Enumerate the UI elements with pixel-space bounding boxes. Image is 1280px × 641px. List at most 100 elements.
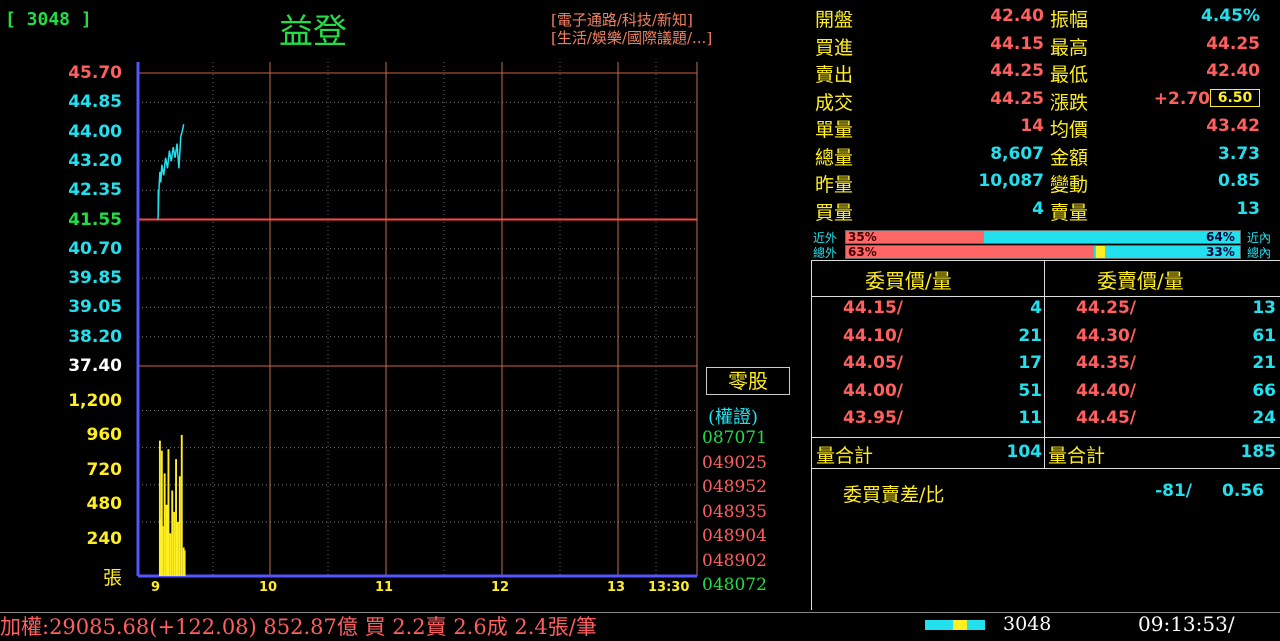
quote-value: 10,087 [978,171,1044,191]
ask-qty[interactable]: 66 [1220,381,1276,401]
price-axis-label: 39.05 [68,297,122,318]
time-axis-label: 10 [259,580,278,595]
quote-label: 總量 [815,146,854,169]
warrant-item[interactable]: 087071 [702,428,767,448]
bid-ask-diff-value: -81/ [1155,481,1192,501]
quote-label: 賣出 [815,64,854,86]
quote-label: 買量 [815,201,854,224]
quote-value: 4 [1032,198,1044,219]
warrant-label: (權證) [708,407,759,428]
quote-label: 振幅 [1050,9,1089,31]
total-in-label: 總內 [1247,246,1272,260]
quote-label: 金額 [1050,146,1089,169]
ask-price[interactable]: 44.35/ [1076,353,1136,373]
ask-price[interactable]: 44.40/ [1076,381,1136,401]
time-axis-label: 12 [491,580,510,595]
quote-value: 42.40 [990,6,1044,26]
orderbook-top-divider [812,260,1280,261]
warrant-item[interactable]: 048904 [702,526,767,546]
volume-bar [169,533,172,576]
price-axis-label: 44.00 [68,121,122,142]
volume-axis-label: 240 [86,528,123,549]
bid-total-label: 量合計 [816,445,874,467]
warrant-item[interactable]: 049025 [702,453,767,473]
ask-qty[interactable]: 61 [1220,326,1276,346]
bid-price[interactable]: 44.15/ [843,298,903,318]
bid-header: 委買價/量 [865,269,952,293]
orderbook-header-divider [812,296,1280,297]
bid-qty[interactable]: 4 [990,298,1042,318]
near-in-pct: 64% [1206,230,1235,244]
orderbook-bottom-divider [812,468,1280,469]
total-ratio-bar [845,245,1241,259]
ask-total-label: 量合計 [1048,445,1106,467]
volume-bar [167,449,170,576]
bid-ask-diff-label: 委買賣差/比 [843,484,945,506]
bid-qty[interactable]: 11 [990,408,1042,428]
total-in-pct: 33% [1206,245,1235,259]
near-ratio-bar [845,230,1241,244]
orderbook-left-border [811,260,812,610]
total-out-pct: 63% [848,245,877,259]
time-axis-label: 11 [375,580,394,595]
bid-qty[interactable]: 21 [990,326,1042,346]
quote-label: 單量 [815,119,854,141]
bid-price[interactable]: 44.00/ [843,381,903,401]
orderbook-center-divider [1044,260,1045,468]
volume-bar [163,473,166,576]
quote-label: 最高 [1050,36,1089,59]
near-out-pct: 35% [848,230,877,244]
ask-qty[interactable]: 21 [1220,353,1276,373]
ask-qty[interactable]: 24 [1220,408,1276,428]
market-ticker: 加權:29085.68(+122.08) 852.87億 買 2.2賣 2.6成… [0,615,597,639]
quote-label: 賣量 [1050,201,1089,224]
warrant-item[interactable]: 048935 [702,502,767,522]
volume-axis-label: 480 [86,494,123,515]
odd-lot-button[interactable]: 零股 [706,367,790,395]
odd-lot-label: 零股 [728,369,768,393]
quote-value: +2.70 [1153,88,1210,109]
status-code: 3048 [1003,613,1052,635]
ask-total: 185 [1240,442,1277,462]
quote-value: 44.15 [990,33,1044,54]
warrant-item[interactable]: 048952 [702,477,767,497]
bid-price[interactable]: 43.95/ [843,408,903,428]
time-axis-label: 9 [151,580,161,595]
ask-price[interactable]: 44.25/ [1076,298,1136,318]
volume-bar [178,476,181,576]
quote-value: 44.25 [990,88,1044,109]
quote-value: 42.40 [1206,61,1260,81]
quote-value: 13 [1236,198,1260,219]
bid-price[interactable]: 44.10/ [843,326,903,346]
quote-value: 3.73 [1218,143,1260,164]
price-axis-label: 44.85 [68,92,122,113]
bid-price[interactable]: 44.05/ [843,353,903,373]
bid-qty[interactable]: 17 [990,353,1042,373]
quote-label: 買進 [815,36,854,59]
ask-price[interactable]: 44.30/ [1076,326,1136,346]
warrant-item[interactable]: 048902 [702,551,767,571]
ask-price[interactable]: 44.45/ [1076,408,1136,428]
warrant-item[interactable]: 048072 [702,575,767,595]
quote-value: 44.25 [990,61,1044,81]
volume-bar [161,526,164,576]
bid-qty[interactable]: 51 [990,381,1042,401]
quote-label: 變動 [1050,174,1089,196]
price-axis-label: 40.70 [68,238,122,259]
quote-value: 4.45% [1201,6,1260,26]
price-axis-label: 39.85 [68,268,122,289]
price-axis-label: 45.70 [68,63,122,83]
status-progress [925,620,985,630]
price-axis-label: 42.35 [68,180,122,201]
total-ratio-marker [1096,246,1105,258]
volume-bar [175,459,177,576]
ask-qty[interactable]: 13 [1220,298,1276,318]
price-series-line [157,124,185,220]
bid-ask-ratio: 0.56 [1222,481,1264,501]
volume-bar [177,521,179,576]
quote-label: 開盤 [815,9,854,31]
price-axis-label: 37.40 [68,356,122,376]
quote-value: 0.85 [1218,171,1260,191]
quote-value: 44.25 [1206,33,1260,54]
price-axis-label: 43.20 [68,150,122,171]
